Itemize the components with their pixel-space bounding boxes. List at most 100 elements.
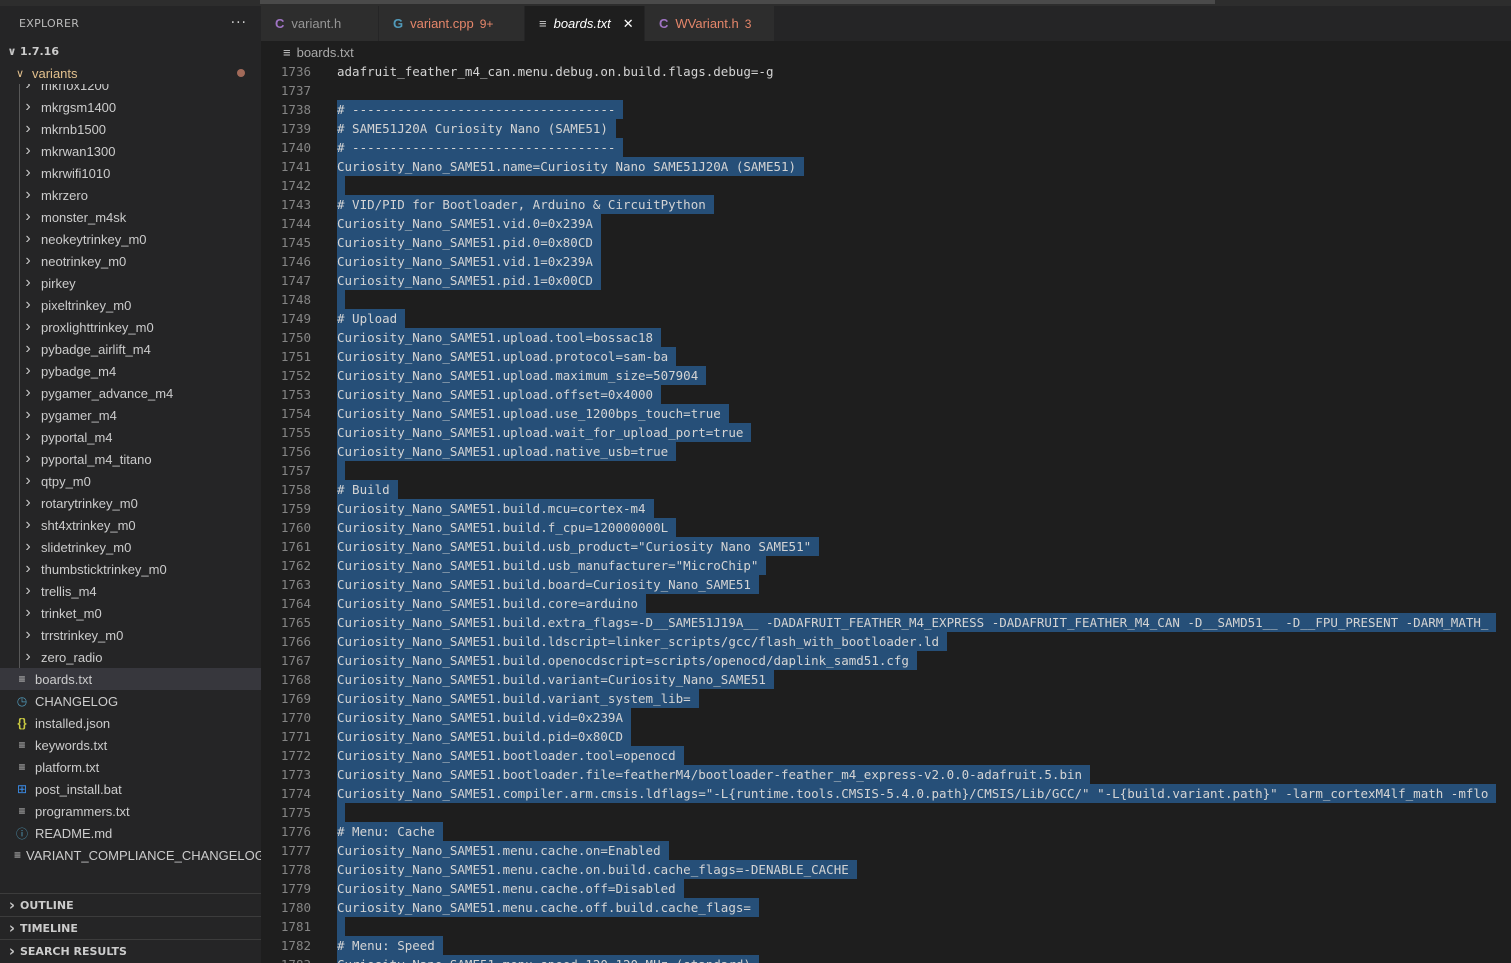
code-line[interactable]: 1749 # Upload xyxy=(261,309,1511,328)
code-line[interactable]: 1783 Curiosity_Nano_SAME51.menu.speed.120… xyxy=(261,955,1511,963)
code-text[interactable]: Curiosity_Nano_SAME51.build.pid=0x80CD xyxy=(337,727,631,746)
code-text[interactable] xyxy=(337,176,345,195)
code-line[interactable]: 1746 Curiosity_Nano_SAME51.vid.1=0x239A xyxy=(261,252,1511,271)
code-text[interactable]: Curiosity_Nano_SAME51.upload.tool=bossac… xyxy=(337,328,662,347)
subfolder-item[interactable]: › trrstrinkey_m0 xyxy=(0,624,261,646)
file-item[interactable]: ≡ keywords.txt xyxy=(0,734,261,756)
code-line[interactable]: 1744 Curiosity_Nano_SAME51.vid.0=0x239A xyxy=(261,214,1511,233)
code-line[interactable]: 1747 Curiosity_Nano_SAME51.pid.1=0x00CD xyxy=(261,271,1511,290)
folder-variants[interactable]: ∨ variants xyxy=(0,62,261,84)
code-text[interactable]: Curiosity_Nano_SAME51.menu.cache.off=Dis… xyxy=(337,879,684,898)
code-text[interactable]: Curiosity_Nano_SAME51.pid.1=0x00CD xyxy=(337,271,601,290)
code-line[interactable]: 1739 # SAME51J20A Curiosity Nano (SAME51) xyxy=(261,119,1511,138)
code-line[interactable]: 1742 xyxy=(261,176,1511,195)
file-item[interactable]: ≡ boards.txt xyxy=(0,668,261,690)
subfolder-item[interactable]: › proxlighttrinkey_m0 xyxy=(0,316,261,338)
code-text[interactable]: Curiosity_Nano_SAME51.bootloader.file=fe… xyxy=(337,765,1091,784)
breadcrumb-file[interactable]: boards.txt xyxy=(297,45,354,60)
code-text[interactable]: # Menu: Speed xyxy=(337,936,443,955)
subfolder-item[interactable]: › trinket_m0 xyxy=(0,602,261,624)
more-actions-icon[interactable]: ··· xyxy=(231,15,247,31)
code-text[interactable]: # Upload xyxy=(337,309,406,328)
subfolder-item[interactable]: › pirkey xyxy=(0,272,261,294)
code-text[interactable]: # ----------------------------------- xyxy=(337,100,624,119)
code-line[interactable]: 1748 xyxy=(261,290,1511,309)
code-line[interactable]: 1780 Curiosity_Nano_SAME51.menu.cache.off… xyxy=(261,898,1511,917)
code-line[interactable]: 1778 Curiosity_Nano_SAME51.menu.cache.on.… xyxy=(261,860,1511,879)
code-line[interactable]: 1756 Curiosity_Nano_SAME51.upload.native_… xyxy=(261,442,1511,461)
code-text[interactable]: Curiosity_Nano_SAME51.pid.0=0x80CD xyxy=(337,233,601,252)
code-line[interactable]: 1753 Curiosity_Nano_SAME51.upload.offset=… xyxy=(261,385,1511,404)
code-text[interactable]: # ----------------------------------- xyxy=(337,138,624,157)
code-line[interactable]: 1760 Curiosity_Nano_SAME51.build.f_cpu=12… xyxy=(261,518,1511,537)
code-text[interactable] xyxy=(337,461,345,480)
code-text[interactable]: Curiosity_Nano_SAME51.build.extra_flags=… xyxy=(337,613,1497,632)
code-line[interactable]: 1774 Curiosity_Nano_SAME51.compiler.arm.c… xyxy=(261,784,1511,803)
code-text[interactable]: Curiosity_Nano_SAME51.build.core=arduino xyxy=(337,594,647,613)
subfolder-item[interactable]: › mkrfox1200 xyxy=(0,84,261,96)
code-text[interactable]: Curiosity_Nano_SAME51.bootloader.tool=op… xyxy=(337,746,684,765)
code-line[interactable]: 1758 # Build xyxy=(261,480,1511,499)
code-line[interactable]: 1752 Curiosity_Nano_SAME51.upload.maximum… xyxy=(261,366,1511,385)
code-text[interactable]: Curiosity_Nano_SAME51.upload.native_usb=… xyxy=(337,442,677,461)
code-line[interactable]: 1782 # Menu: Speed xyxy=(261,936,1511,955)
code-text[interactable]: # SAME51J20A Curiosity Nano (SAME51) xyxy=(337,119,616,138)
code-line[interactable]: 1745 Curiosity_Nano_SAME51.pid.0=0x80CD xyxy=(261,233,1511,252)
sidebar-section-outline[interactable]: › OUTLINE xyxy=(0,893,261,916)
code-text[interactable]: # Build xyxy=(337,480,398,499)
code-line[interactable]: 1762 Curiosity_Nano_SAME51.build.usb_manu… xyxy=(261,556,1511,575)
code-text[interactable]: Curiosity_Nano_SAME51.name=Curiosity Nan… xyxy=(337,157,805,176)
code-text[interactable]: Curiosity_Nano_SAME51.menu.cache.off.bui… xyxy=(337,898,759,917)
code-text[interactable] xyxy=(337,803,345,822)
code-text[interactable]: Curiosity_Nano_SAME51.build.openocdscrip… xyxy=(337,651,917,670)
subfolder-item[interactable]: › neokeytrinkey_m0 xyxy=(0,228,261,250)
subfolder-item[interactable]: › pyportal_m4 xyxy=(0,426,261,448)
subfolder-item[interactable]: › sht4xtrinkey_m0 xyxy=(0,514,261,536)
subfolder-item[interactable]: › zero_radio xyxy=(0,646,261,668)
code-line[interactable]: 1738 # ----------------------------------… xyxy=(261,100,1511,119)
code-line[interactable]: 1736 adafruit_feather_m4_can.menu.debug.o… xyxy=(261,62,1511,81)
code-line[interactable]: 1761 Curiosity_Nano_SAME51.build.usb_prod… xyxy=(261,537,1511,556)
sidebar-section-search-results[interactable]: › SEARCH RESULTS xyxy=(0,939,261,962)
code-line[interactable]: 1751 Curiosity_Nano_SAME51.upload.protoco… xyxy=(261,347,1511,366)
code-text[interactable]: # VID/PID for Bootloader, Arduino & Circ… xyxy=(337,195,714,214)
code-line[interactable]: 1750 Curiosity_Nano_SAME51.upload.tool=bo… xyxy=(261,328,1511,347)
code-line[interactable]: 1755 Curiosity_Nano_SAME51.upload.wait_fo… xyxy=(261,423,1511,442)
subfolder-item[interactable]: › pybadge_airlift_m4 xyxy=(0,338,261,360)
code-text[interactable] xyxy=(337,290,345,309)
code-text[interactable]: Curiosity_Nano_SAME51.menu.cache.on=Enab… xyxy=(337,841,669,860)
code-line[interactable]: 1769 Curiosity_Nano_SAME51.build.variant_… xyxy=(261,689,1511,708)
code-line[interactable]: 1743 # VID/PID for Bootloader, Arduino & … xyxy=(261,195,1511,214)
code-line[interactable]: 1759 Curiosity_Nano_SAME51.build.mcu=cort… xyxy=(261,499,1511,518)
subfolder-item[interactable]: › mkrzero xyxy=(0,184,261,206)
subfolder-item[interactable]: › qtpy_m0 xyxy=(0,470,261,492)
code-text[interactable]: Curiosity_Nano_SAME51.menu.speed.120=120… xyxy=(337,955,759,963)
code-text[interactable]: # Menu: Cache xyxy=(337,822,443,841)
code-line[interactable]: 1757 xyxy=(261,461,1511,480)
code-line[interactable]: 1754 Curiosity_Nano_SAME51.upload.use_120… xyxy=(261,404,1511,423)
breadcrumb[interactable]: ≡ boards.txt xyxy=(261,41,1511,63)
code-line[interactable]: 1767 Curiosity_Nano_SAME51.build.openocds… xyxy=(261,651,1511,670)
code-text[interactable]: Curiosity_Nano_SAME51.menu.cache.on.buil… xyxy=(337,860,857,879)
file-item[interactable]: {} installed.json xyxy=(0,712,261,734)
tab-boards-txt[interactable]: ≡ boards.txt ✕ xyxy=(525,6,645,41)
code-text[interactable]: Curiosity_Nano_SAME51.build.f_cpu=120000… xyxy=(337,518,677,537)
code-text[interactable]: Curiosity_Nano_SAME51.build.variant=Curi… xyxy=(337,670,774,689)
code-line[interactable]: 1781 xyxy=(261,917,1511,936)
code-text[interactable]: Curiosity_Nano_SAME51.compiler.arm.cmsis… xyxy=(337,784,1497,803)
code-text[interactable]: Curiosity_Nano_SAME51.build.usb_manufact… xyxy=(337,556,767,575)
code-text[interactable]: Curiosity_Nano_SAME51.upload.use_1200bps… xyxy=(337,404,729,423)
subfolder-item[interactable]: › mkrgsm1400 xyxy=(0,96,261,118)
code-text[interactable]: Curiosity_Nano_SAME51.build.ldscript=lin… xyxy=(337,632,948,651)
subfolder-item[interactable]: › rotarytrinkey_m0 xyxy=(0,492,261,514)
subfolder-item[interactable]: › mkrwan1300 xyxy=(0,140,261,162)
code-line[interactable]: 1770 Curiosity_Nano_SAME51.build.vid=0x23… xyxy=(261,708,1511,727)
subfolder-item[interactable]: › trellis_m4 xyxy=(0,580,261,602)
subfolder-item[interactable]: › slidetrinkey_m0 xyxy=(0,536,261,558)
tab-variant-h[interactable]: Cvariant.h xyxy=(261,6,379,41)
subfolder-item[interactable]: › mkrwifi1010 xyxy=(0,162,261,184)
tab-variant-cpp[interactable]: Gvariant.cpp 9+ xyxy=(379,6,525,41)
tab-wvariant-h[interactable]: C WVariant.h 3 xyxy=(645,6,775,41)
code-line[interactable]: 1764 Curiosity_Nano_SAME51.build.core=ard… xyxy=(261,594,1511,613)
code-line[interactable]: 1766 Curiosity_Nano_SAME51.build.ldscript… xyxy=(261,632,1511,651)
